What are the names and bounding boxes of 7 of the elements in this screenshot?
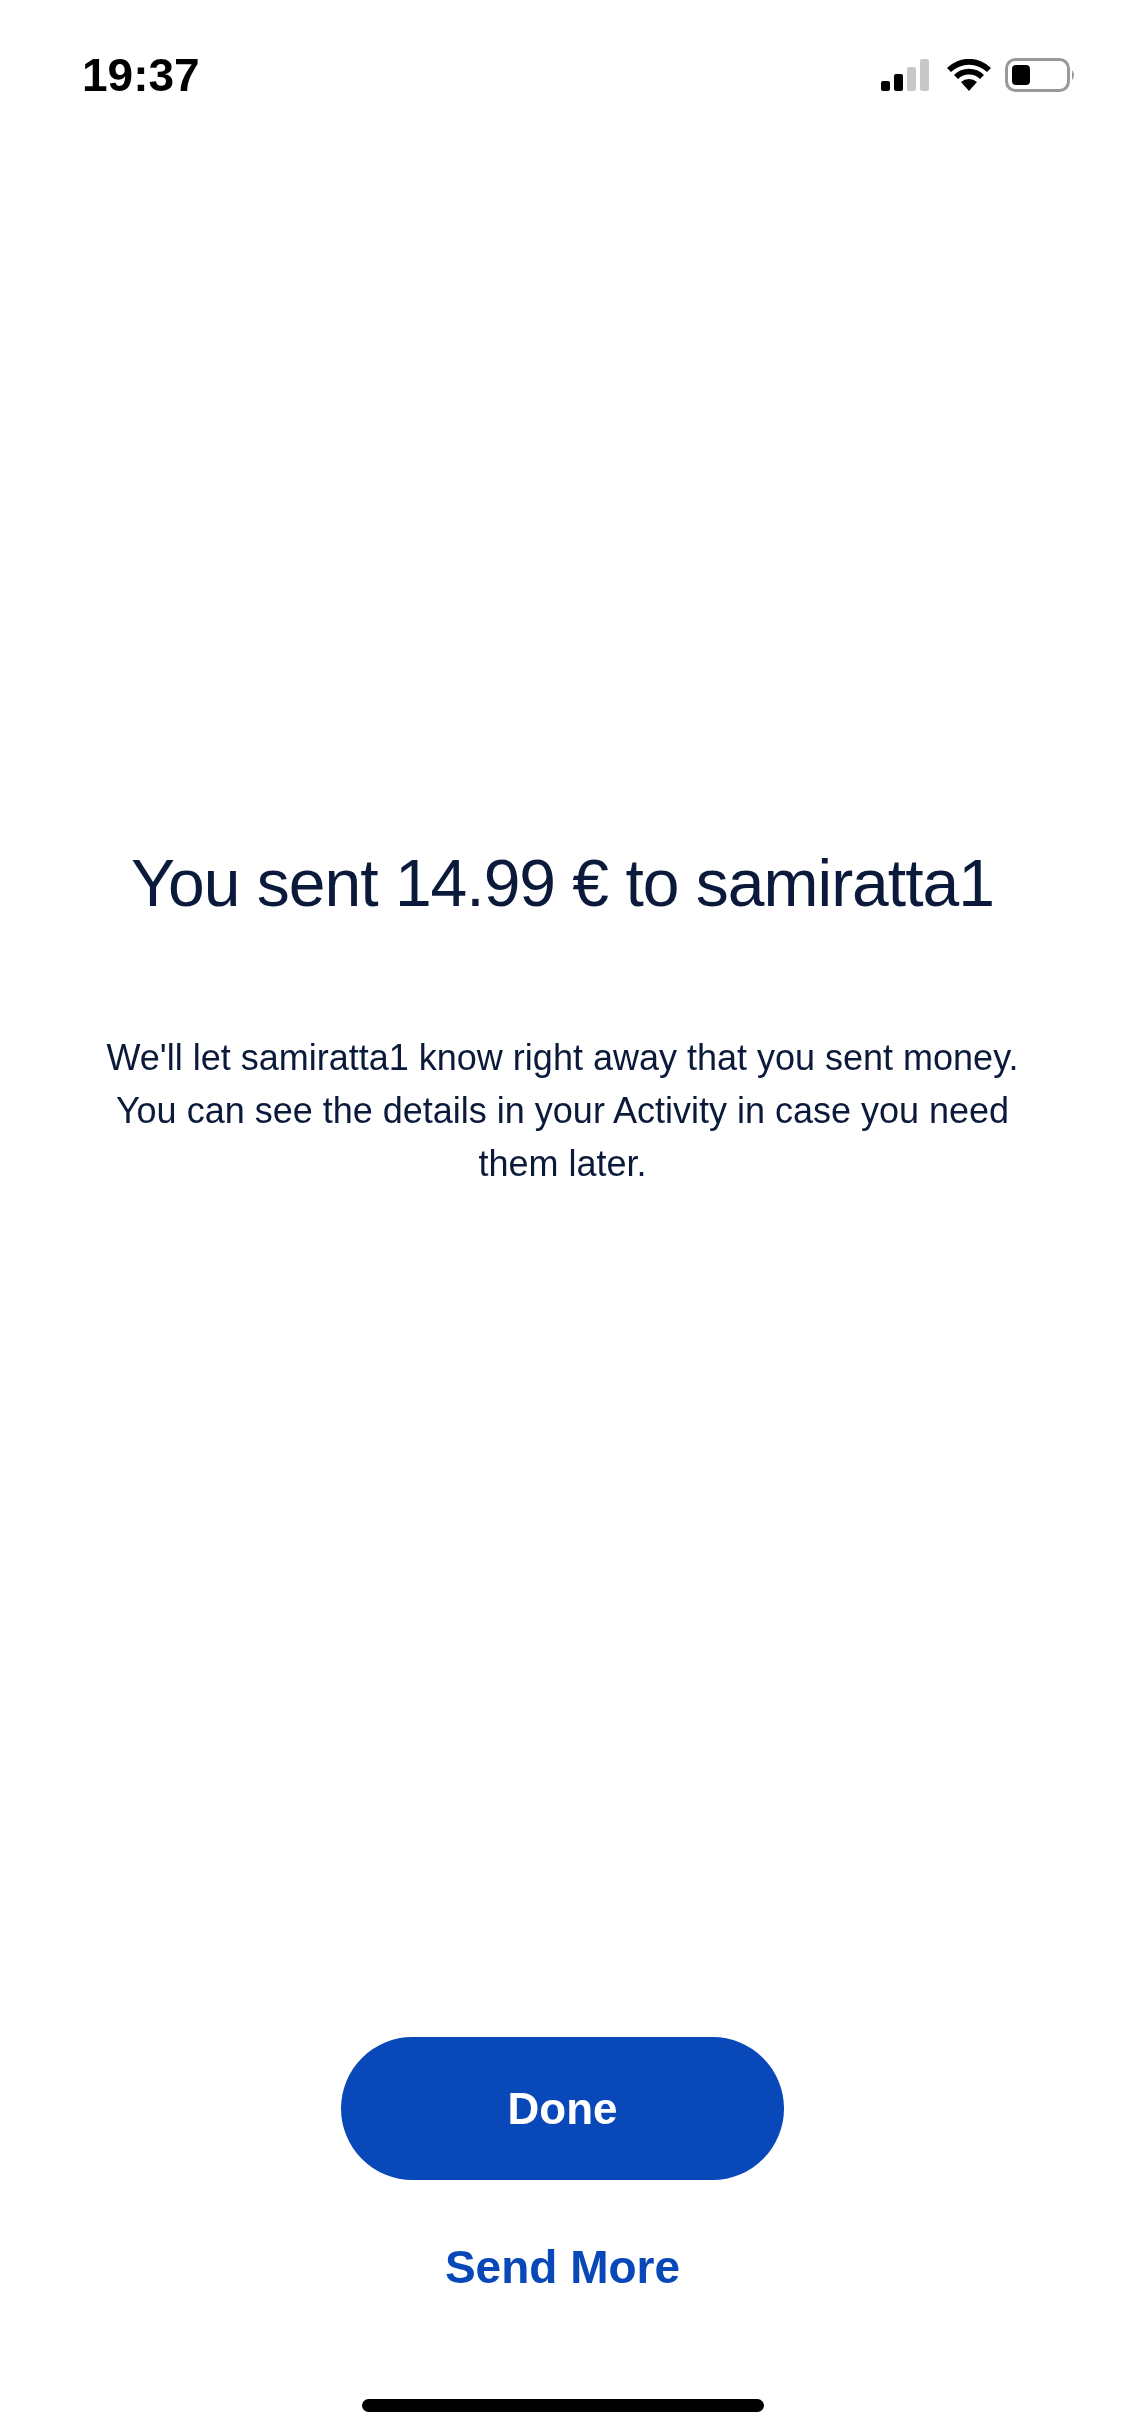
battery-icon xyxy=(1005,58,1077,92)
send-more-link[interactable]: Send More xyxy=(424,2230,701,2304)
wifi-icon xyxy=(947,59,991,91)
confirmation-title: You sent 14.99 € to samiratta1 xyxy=(131,845,994,921)
confirmation-message: We'll let samiratta1 know right away that you sent money. You can see the details in your Activity in case you need them later. xyxy=(105,1036,1020,1186)
done-button[interactable]: Done xyxy=(341,2037,784,2180)
status-time: 19:37 xyxy=(82,48,200,102)
